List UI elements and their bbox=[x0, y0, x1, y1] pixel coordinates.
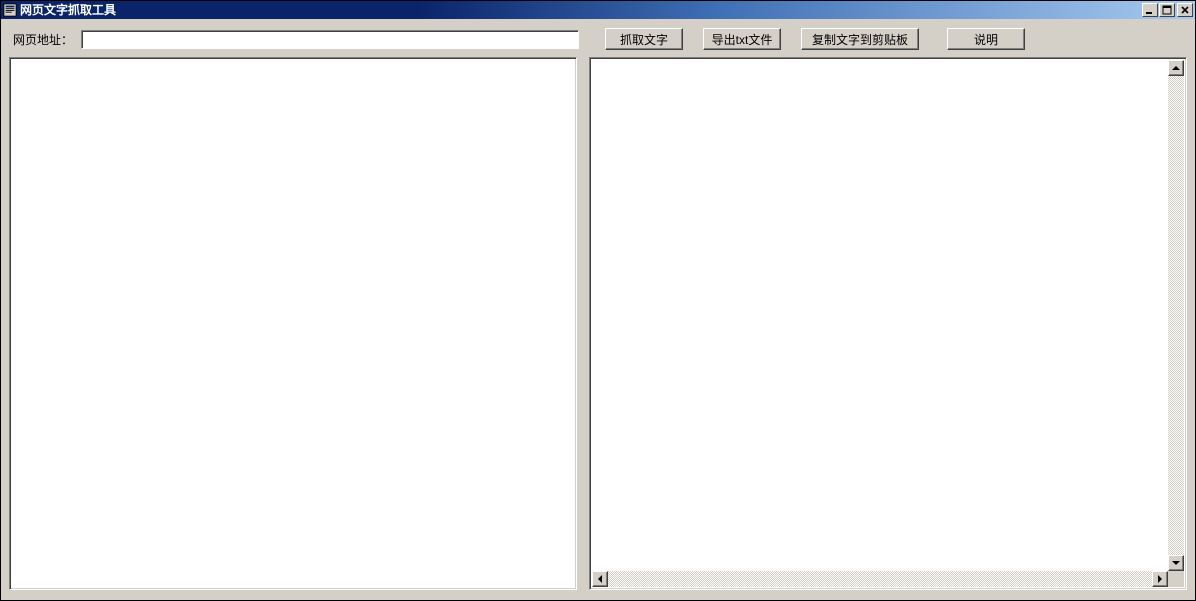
close-button[interactable] bbox=[1177, 3, 1193, 17]
copy-clipboard-button[interactable]: 复制文字到剪贴板 bbox=[801, 28, 919, 50]
app-icon bbox=[3, 3, 17, 17]
help-button[interactable]: 说明 bbox=[947, 28, 1025, 50]
main-window: 网页文字抓取工具 网页地址： 抓取文字 导出txt文件 复制文字到剪贴板 说明 bbox=[0, 0, 1196, 601]
extracted-text-area[interactable] bbox=[592, 60, 1168, 571]
arrow-right-icon bbox=[1158, 575, 1162, 583]
maximize-button[interactable] bbox=[1159, 3, 1175, 17]
url-input[interactable] bbox=[81, 30, 579, 49]
vertical-scroll-track[interactable] bbox=[1168, 76, 1184, 555]
extracted-text-pane[interactable] bbox=[589, 57, 1187, 590]
arrow-up-icon bbox=[1172, 66, 1180, 70]
client-area: 网页地址： 抓取文字 导出txt文件 复制文字到剪贴板 说明 bbox=[1, 19, 1195, 600]
url-label: 网页地址： bbox=[9, 31, 75, 48]
export-txt-button[interactable]: 导出txt文件 bbox=[703, 28, 781, 50]
scroll-up-button[interactable] bbox=[1168, 60, 1184, 76]
arrow-left-icon bbox=[598, 575, 602, 583]
grab-text-button[interactable]: 抓取文字 bbox=[605, 28, 683, 50]
window-controls bbox=[1141, 3, 1193, 17]
scroll-down-button[interactable] bbox=[1168, 555, 1184, 571]
titlebar[interactable]: 网页文字抓取工具 bbox=[1, 1, 1195, 19]
window-title: 网页文字抓取工具 bbox=[20, 1, 1141, 19]
horizontal-scrollbar[interactable] bbox=[592, 571, 1168, 587]
toolbar: 网页地址： 抓取文字 导出txt文件 复制文字到剪贴板 说明 bbox=[9, 27, 1187, 51]
scroll-right-button[interactable] bbox=[1152, 571, 1168, 587]
vertical-scrollbar[interactable] bbox=[1168, 60, 1184, 571]
panes bbox=[9, 57, 1187, 590]
minimize-button[interactable] bbox=[1142, 3, 1158, 17]
scroll-corner bbox=[1168, 571, 1184, 587]
horizontal-scroll-track[interactable] bbox=[608, 571, 1152, 587]
scroll-left-button[interactable] bbox=[592, 571, 608, 587]
arrow-down-icon bbox=[1172, 561, 1180, 565]
web-preview-pane[interactable] bbox=[9, 57, 577, 590]
